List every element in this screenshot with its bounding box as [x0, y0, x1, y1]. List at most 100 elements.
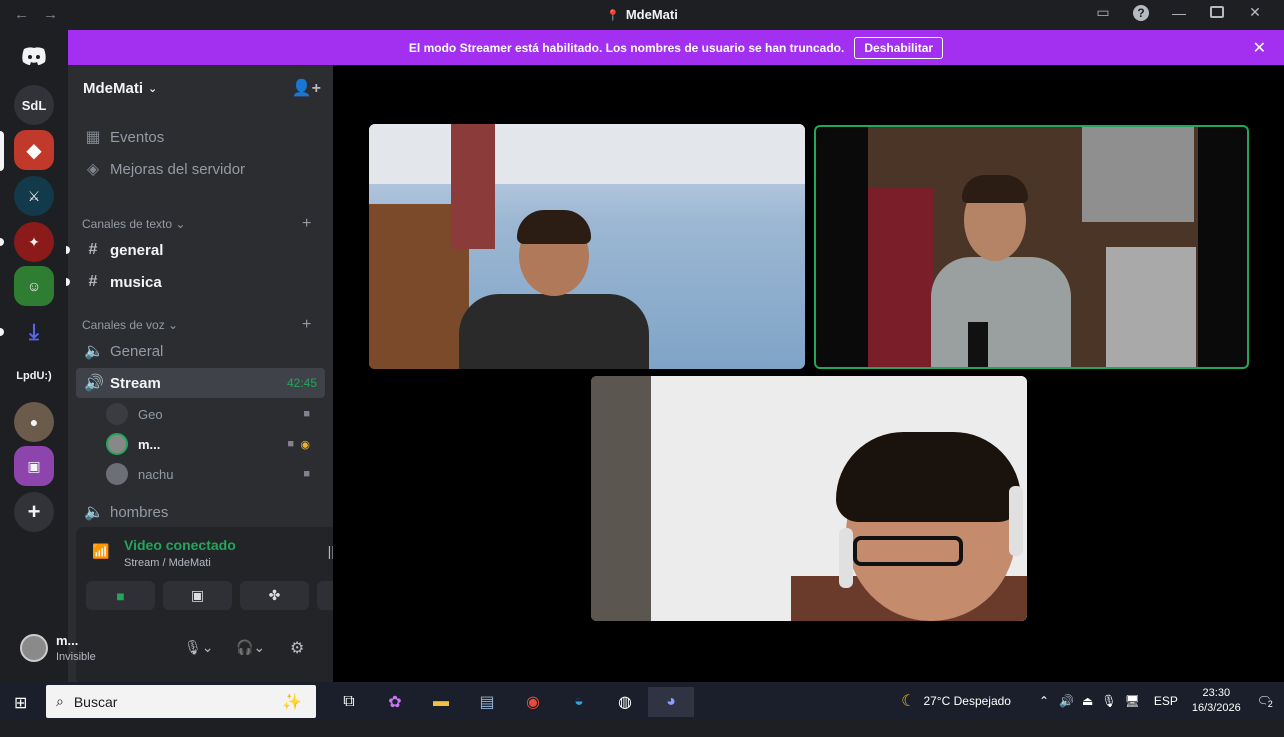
moon-weather-icon: ☾ — [901, 693, 916, 710]
video-tile-2-speaking[interactable] — [814, 125, 1249, 369]
discord-logo-icon[interactable] — [14, 36, 54, 76]
close-window-button[interactable]: ✕ — [1236, 4, 1274, 21]
system-tray: ☾ 27°C Despejado ⌃ 🔊 ⏏ 🎙 🖥 ESP 23:30 16/… — [901, 682, 1284, 720]
server-icon-active[interactable]: ◆ — [14, 130, 54, 170]
weather-text[interactable]: 27°C Despejado — [923, 694, 1011, 708]
voice-user-name: m... — [138, 436, 161, 452]
notification-icon[interactable]: 🗨 2 — [1257, 694, 1275, 709]
voice-hombres-label: hombres — [110, 503, 169, 521]
network-icon[interactable]: 🖥 — [1125, 694, 1140, 708]
usb-icon[interactable]: ⏏ — [1082, 694, 1093, 708]
avatar — [106, 403, 128, 425]
server-icon-lpdu[interactable]: LpdU:) — [14, 356, 54, 396]
language-indicator[interactable]: ESP — [1154, 694, 1178, 708]
download-icon[interactable]: ⤓ — [14, 312, 54, 352]
person-body — [459, 294, 649, 369]
signal-icon[interactable]: 📶 — [92, 543, 109, 560]
video-tile-3[interactable] — [591, 376, 1027, 621]
windows-start-icon[interactable]: ⊞ — [14, 693, 27, 713]
couch — [1106, 247, 1196, 367]
close-banner-icon[interactable]: ✕ — [1253, 38, 1266, 58]
voice-user-self[interactable]: m... ■ ◉ — [106, 430, 324, 458]
clock-date: 16/3/2026 — [1191, 702, 1241, 714]
voice-channel-hombres[interactable]: 🔈 hombres — [76, 497, 325, 527]
headphones-icon[interactable]: 🎧⌄ — [236, 639, 265, 656]
disable-streamer-button[interactable]: Deshabilitar — [854, 36, 944, 59]
chrome-icon[interactable]: ◉ — [510, 687, 556, 717]
volume-icon[interactable]: 🔊 — [1059, 694, 1074, 708]
inbox-icon[interactable]: ▭ — [1084, 4, 1122, 21]
screen-share-button[interactable]: ▣ — [163, 581, 232, 610]
voice-status[interactable]: Video conectado — [124, 537, 236, 553]
text-category[interactable]: Canales de texto ⌄ + — [82, 215, 311, 232]
server-icon-6[interactable]: ▣ — [14, 446, 54, 486]
camera-button[interactable]: ■ — [86, 581, 155, 610]
banner-text: El modo Streamer está habilitado. Los no… — [408, 40, 845, 55]
clock-time: 23:30 — [1202, 687, 1231, 699]
settings-gear-icon[interactable]: ⚙ — [290, 638, 304, 658]
activities-button[interactable]: ✤ — [240, 581, 309, 610]
video-tile-1[interactable] — [369, 124, 805, 369]
headphones-right — [1009, 486, 1023, 556]
channel-general[interactable]: # general — [66, 235, 325, 265]
minimize-button[interactable]: — — [1160, 5, 1198, 21]
taskbar-search[interactable]: ⌕ Buscar ✨ — [46, 685, 316, 718]
server-icon-5[interactable]: ● — [14, 402, 54, 442]
user-name[interactable]: m... — [56, 633, 78, 648]
channel-general-label: general — [110, 241, 164, 259]
server-icon-2[interactable]: ⚔ — [14, 176, 54, 216]
invite-people-icon[interactable]: 👤+ — [292, 78, 321, 98]
active-server-pill — [0, 131, 4, 171]
file-explorer-icon[interactable]: ▬ — [418, 687, 464, 717]
camera-icon: ■ — [303, 408, 310, 420]
add-text-channel-icon[interactable]: + — [302, 215, 311, 233]
user-avatar[interactable] — [20, 634, 48, 662]
help-icon[interactable]: ? — [1122, 4, 1160, 21]
wall-edge — [591, 376, 651, 621]
curtain — [868, 187, 934, 367]
boosts-item[interactable]: ◈ Mejoras del servidor — [76, 154, 325, 184]
copilot-icon[interactable]: ✿ — [372, 687, 418, 717]
unread-pill-2 — [0, 328, 4, 336]
microphone — [968, 322, 988, 367]
window-bg — [1082, 127, 1194, 222]
task-view-icon[interactable]: ⧉ — [326, 687, 372, 717]
edge-icon[interactable]: ◒ — [556, 687, 602, 717]
microphone-icon[interactable]: 🎙⌄ — [184, 639, 214, 656]
voice-general-label: General — [110, 342, 164, 360]
server-icon-3[interactable]: ✦ — [14, 222, 54, 262]
server-header[interactable]: MdeMati ⌄ 👤+ — [68, 65, 333, 111]
sparkle-icon: ✨ — [282, 693, 302, 711]
notification-count: 2 — [1265, 699, 1275, 709]
windows-taskbar: ⊞ ⌕ Buscar ✨ ⧉ ✿ ▬ ▤ ◉ ◒ ◍ ◕ ☾ 27°C Desp… — [0, 682, 1284, 720]
add-server-icon[interactable]: + — [14, 492, 54, 532]
voice-channel-stream[interactable]: 🔊 Stream 42:45 — [76, 368, 325, 398]
voice-user-nachu[interactable]: nachu ■ — [106, 460, 324, 488]
notepad-icon[interactable]: ▤ — [464, 687, 510, 717]
voice-user-name: Geo — [138, 406, 163, 422]
person-hair — [836, 432, 1021, 522]
window-controls: ▭ ? — ✕ — [1084, 4, 1274, 21]
events-item[interactable]: ▦ Eventos — [76, 122, 325, 152]
server-icon-sdl[interactable]: SdL — [14, 85, 54, 125]
mic-icon[interactable]: 🎙 — [1101, 694, 1116, 708]
clock[interactable]: 23:30 16/3/2026 — [1192, 686, 1241, 716]
voice-category[interactable]: Canales de voz ⌄ + — [82, 316, 311, 333]
voice-subtitle[interactable]: Stream / MdeMati — [124, 557, 211, 569]
channel-musica[interactable]: # musica — [66, 267, 325, 297]
voice-user-geo[interactable]: Geo ■ — [106, 400, 324, 428]
server-icon-4[interactable]: ☺ — [14, 266, 54, 306]
unread-indicator — [66, 278, 70, 286]
add-voice-channel-icon[interactable]: + — [302, 316, 311, 334]
headphones-left — [839, 528, 853, 588]
camera-icon: ■ — [287, 438, 294, 450]
person-body — [931, 257, 1071, 367]
chevron-up-icon[interactable]: ⌃ — [1039, 694, 1049, 708]
discord-taskbar-icon[interactable]: ◕ — [648, 687, 694, 717]
maximize-button[interactable] — [1198, 5, 1236, 21]
channel-musica-label: musica — [110, 273, 162, 291]
search-placeholder: Buscar — [73, 693, 118, 710]
chevron-down-icon: ⌄ — [148, 82, 158, 95]
obs-icon[interactable]: ◍ — [602, 687, 648, 717]
voice-channel-general[interactable]: 🔈 General — [76, 336, 325, 366]
